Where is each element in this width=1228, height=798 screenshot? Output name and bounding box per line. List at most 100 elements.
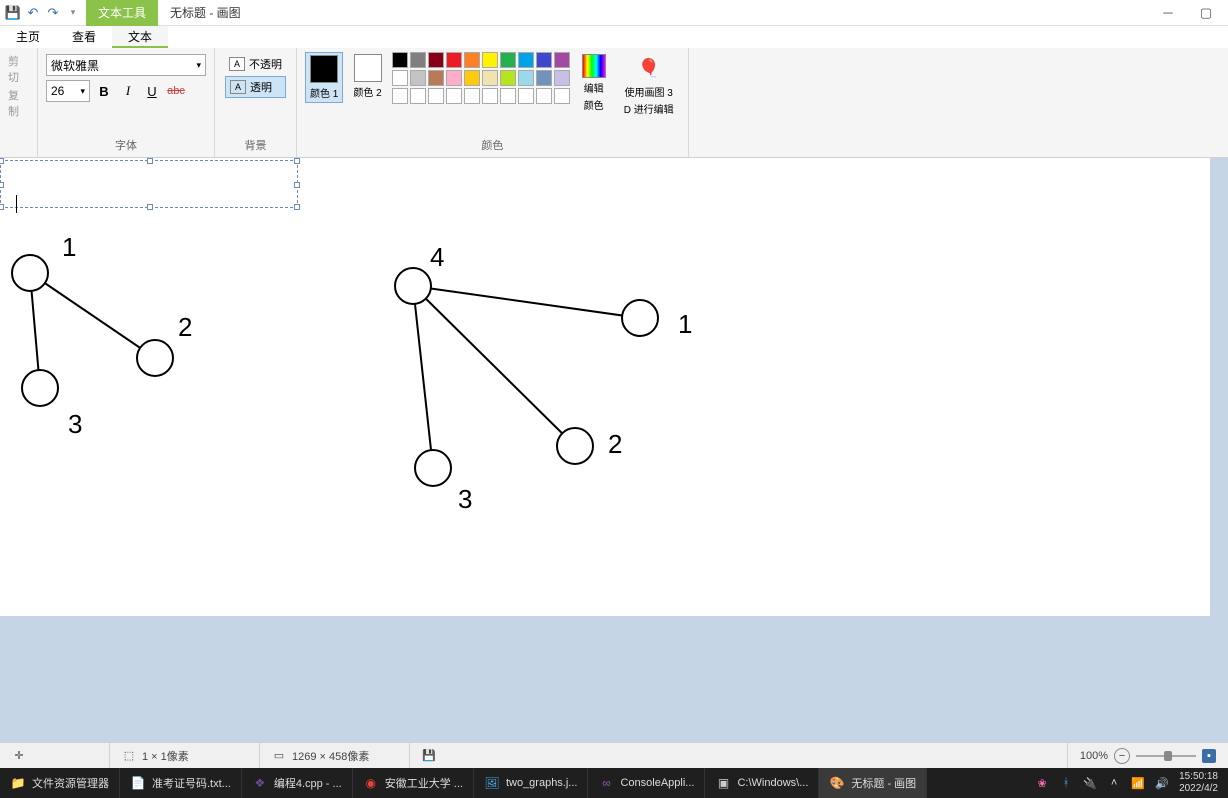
color-swatch[interactable]: [446, 88, 462, 104]
color-swatch[interactable]: [446, 70, 462, 86]
chevron-down-icon: ▾: [80, 86, 85, 97]
taskbar-item[interactable]: ∞ConsoleAppli...: [588, 768, 705, 798]
contextual-tab-text-tools: 文本工具: [86, 0, 158, 26]
transparent-option[interactable]: A 透明: [225, 76, 286, 98]
status-position: ✛: [0, 743, 110, 768]
save-icon[interactable]: 💾: [4, 4, 22, 22]
chevron-up-icon[interactable]: ˄: [1107, 776, 1121, 790]
taskbar-item[interactable]: ❖编程4.cpp - ...: [242, 768, 353, 798]
paint3d-button[interactable]: 🎈 使用画图 3 D 进行编辑: [618, 52, 680, 118]
volume-icon[interactable]: 🔊: [1155, 776, 1169, 790]
color1-button[interactable]: 颜色 1: [305, 52, 343, 103]
status-canvas-size: ▭ 1269 × 458像素: [260, 743, 410, 768]
color-swatch[interactable]: [536, 88, 552, 104]
color-swatch[interactable]: [464, 52, 480, 68]
tab-text[interactable]: 文本: [112, 26, 168, 48]
color-swatch[interactable]: [392, 88, 408, 104]
app-icon: 📄: [130, 775, 146, 791]
taskbar-item[interactable]: 📁文件资源管理器: [0, 768, 120, 798]
zoom-slider[interactable]: [1136, 755, 1196, 757]
maximize-button[interactable]: ▢: [1196, 3, 1216, 23]
title-bar: 💾 ↶ ↷ ▾ 文本工具 无标题 - 画图 ─ ▢: [0, 0, 1228, 26]
font-size-value: 26: [51, 84, 64, 98]
font-family-value: 微软雅黑: [51, 57, 99, 74]
opaque-option[interactable]: A 不透明: [225, 54, 286, 74]
color-swatch[interactable]: [428, 52, 444, 68]
edit-colors-button[interactable]: 编辑 颜色: [576, 52, 612, 114]
taskbar-item[interactable]: ▣C:\Windows\...: [705, 768, 819, 798]
app-icon: 🎨: [829, 775, 845, 791]
clock-time: 15:50:18: [1179, 771, 1218, 783]
color-swatch[interactable]: [554, 70, 570, 86]
bluetooth-icon[interactable]: ᚼ: [1059, 776, 1073, 790]
chevron-down-icon: ▾: [196, 60, 201, 71]
color-swatch[interactable]: [482, 88, 498, 104]
color-swatch[interactable]: [536, 52, 552, 68]
taskbar-item-label: two_graphs.j...: [506, 777, 578, 789]
paint3d-label2: D 进行编辑: [624, 101, 674, 116]
color-swatch[interactable]: [428, 70, 444, 86]
tab-view[interactable]: 查看: [56, 26, 112, 48]
clock[interactable]: 15:50:18 2022/4/2: [1179, 771, 1218, 795]
taskbar: 📁文件资源管理器📄准考证号码.txt...❖编程4.cpp - ...◉安徽工业…: [0, 768, 1228, 798]
taskbar-item[interactable]: 🎨无标题 - 画图: [819, 768, 927, 798]
color1-label: 颜色 1: [310, 85, 338, 100]
color-swatch[interactable]: [392, 70, 408, 86]
color-swatch[interactable]: [464, 88, 480, 104]
zoom-out-button[interactable]: −: [1114, 748, 1130, 764]
disk-icon: 💾: [422, 749, 436, 763]
taskbar-item[interactable]: 📄准考证号码.txt...: [120, 768, 242, 798]
color-swatch[interactable]: [536, 70, 552, 86]
font-size-select[interactable]: 26 ▾: [46, 80, 90, 102]
zoom-thumb[interactable]: [1164, 751, 1172, 761]
taskbar-item[interactable]: 🖼 two_graphs.j...: [474, 768, 589, 798]
color-swatch[interactable]: [464, 70, 480, 86]
redo-icon[interactable]: ↷: [44, 4, 62, 22]
color-swatch[interactable]: [410, 52, 426, 68]
color-swatch[interactable]: [446, 52, 462, 68]
color-swatch[interactable]: [518, 52, 534, 68]
color-swatch[interactable]: [410, 70, 426, 86]
app-icon: 🖼: [484, 775, 500, 791]
tab-home[interactable]: 主页: [0, 26, 56, 48]
underline-button[interactable]: U: [142, 81, 162, 101]
strikethrough-button[interactable]: abc: [166, 81, 186, 101]
wifi-icon[interactable]: 📶: [1131, 776, 1145, 790]
color-swatch[interactable]: [410, 88, 426, 104]
ribbon: 剪切 复制 微软雅黑 ▾ 26 ▾ B I U abc: [0, 48, 1228, 158]
minimize-button[interactable]: ─: [1158, 3, 1178, 23]
bold-button[interactable]: B: [94, 81, 114, 101]
group-font: 微软雅黑 ▾ 26 ▾ B I U abc 字体: [38, 48, 215, 157]
qat-dropdown-icon[interactable]: ▾: [64, 4, 82, 22]
tray-icon[interactable]: ❀: [1035, 776, 1049, 790]
status-selection: ⬚ 1 × 1像素: [110, 743, 260, 768]
svg-text:1: 1: [62, 232, 76, 262]
group-label-font: 字体: [46, 135, 206, 155]
color-swatch[interactable]: [428, 88, 444, 104]
paint3d-icon: 🎈: [635, 54, 663, 82]
undo-icon[interactable]: ↶: [24, 4, 42, 22]
taskbar-item[interactable]: ◉安徽工业大学 ...: [353, 768, 474, 798]
power-icon[interactable]: 🔌: [1083, 776, 1097, 790]
svg-text:2: 2: [178, 312, 192, 342]
color-swatch[interactable]: [554, 52, 570, 68]
color2-button[interactable]: 颜色 2: [349, 52, 385, 101]
clock-date: 2022/4/2: [1179, 783, 1218, 795]
color-swatch[interactable]: [482, 70, 498, 86]
taskbar-item-label: ConsoleAppli...: [620, 777, 694, 789]
italic-button[interactable]: I: [118, 81, 138, 101]
color-swatch[interactable]: [392, 52, 408, 68]
font-family-select[interactable]: 微软雅黑 ▾: [46, 54, 206, 76]
canvas-size-value: 1269 × 458像素: [292, 748, 369, 764]
color-swatch[interactable]: [518, 70, 534, 86]
color-swatch[interactable]: [554, 88, 570, 104]
color-swatch[interactable]: [500, 70, 516, 86]
color-swatch[interactable]: [518, 88, 534, 104]
color-swatch[interactable]: [500, 52, 516, 68]
zoom-in-button[interactable]: ▪: [1202, 749, 1216, 763]
color1-swatch: [310, 55, 338, 83]
color-swatch[interactable]: [482, 52, 498, 68]
svg-text:4: 4: [430, 242, 444, 272]
canvas[interactable]: 1234123: [0, 158, 1210, 616]
color-swatch[interactable]: [500, 88, 516, 104]
